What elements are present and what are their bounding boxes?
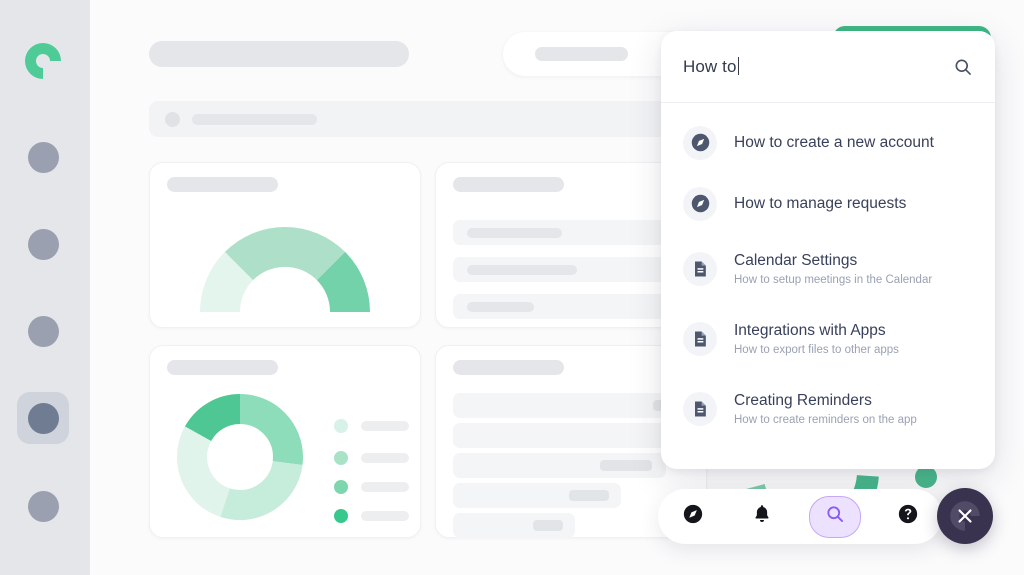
page-title-placeholder xyxy=(149,41,409,67)
legend-label-placeholder xyxy=(361,511,409,521)
compass-icon xyxy=(683,126,717,160)
breadcrumb-label-placeholder xyxy=(192,114,317,125)
search-result-subtitle: How to export files to other apps xyxy=(734,343,899,357)
sidebar-item-5[interactable] xyxy=(17,480,69,532)
legend-item xyxy=(334,419,409,433)
card-title-placeholder xyxy=(453,360,564,375)
legend-label-placeholder xyxy=(361,421,409,431)
nav-circle-icon xyxy=(28,142,59,173)
document-icon xyxy=(683,252,717,286)
sidebar-item-1[interactable] xyxy=(17,131,69,183)
toolbar-button-notifications[interactable] xyxy=(740,497,784,537)
list-item-placeholder xyxy=(467,302,534,312)
bar-row xyxy=(453,513,575,538)
bell-icon xyxy=(751,503,773,530)
search-icon xyxy=(825,504,845,529)
nav-circle-icon xyxy=(28,316,59,347)
search-result-title: Integrations with Apps xyxy=(734,321,899,340)
search-result-title: How to manage requests xyxy=(734,194,906,213)
sidebar xyxy=(0,0,90,575)
legend-label-placeholder xyxy=(361,453,409,463)
compass-icon xyxy=(683,187,717,221)
toolbar-button-explore[interactable] xyxy=(671,497,715,537)
search-result-text: Calendar Settings How to setup meetings … xyxy=(734,251,932,288)
breadcrumb-icon xyxy=(165,112,180,127)
search-query-text[interactable]: How to xyxy=(683,57,953,77)
brand-c-logo-icon xyxy=(21,39,65,83)
search-result-text: Creating Reminders How to create reminde… xyxy=(734,391,917,428)
card-title-placeholder xyxy=(167,360,278,375)
search-icon[interactable] xyxy=(953,57,973,77)
list-item[interactable] xyxy=(453,257,691,282)
nav-circle-icon xyxy=(28,229,59,260)
card-title-placeholder xyxy=(167,177,278,192)
close-button[interactable] xyxy=(937,488,993,544)
bar-value-placeholder xyxy=(569,490,609,501)
search-result-item[interactable]: Integrations with Apps How to export fil… xyxy=(661,304,995,374)
bar-row xyxy=(453,483,621,508)
legend-swatch xyxy=(334,419,348,433)
search-result-title: How to create a new account xyxy=(734,133,934,152)
toolbar-button-help[interactable] xyxy=(886,497,930,537)
search-result-item[interactable]: Calendar Settings How to setup meetings … xyxy=(661,234,995,304)
card-title-placeholder xyxy=(453,177,564,192)
legend-item xyxy=(334,509,409,523)
close-icon xyxy=(954,505,976,527)
bottom-toolbar xyxy=(658,489,942,544)
nav-circle-icon xyxy=(28,491,59,522)
document-icon xyxy=(683,322,717,356)
search-result-item[interactable]: How to manage requests xyxy=(661,173,995,234)
search-result-item[interactable]: Creating Reminders How to create reminde… xyxy=(661,374,995,444)
search-result-text: Integrations with Apps How to export fil… xyxy=(734,321,899,358)
bar-row xyxy=(453,423,691,448)
legend-swatch xyxy=(334,451,348,465)
toolbar-button-search[interactable] xyxy=(809,496,861,538)
compass-icon xyxy=(682,503,704,530)
bar-value-placeholder xyxy=(600,460,652,471)
legend-swatch xyxy=(334,480,348,494)
legend-label-placeholder xyxy=(361,482,409,492)
legend-swatch xyxy=(334,509,348,523)
legend-item xyxy=(334,451,409,465)
bar-value-placeholder xyxy=(533,520,563,531)
list-item[interactable] xyxy=(453,220,691,245)
document-icon xyxy=(683,392,717,426)
text-caret xyxy=(738,57,739,75)
search-result-subtitle: How to setup meetings in the Calendar xyxy=(734,273,932,287)
list-item-placeholder xyxy=(467,265,577,275)
search-result-text: How to create a new account xyxy=(734,133,934,152)
gauge-chart xyxy=(186,213,384,320)
donut-chart xyxy=(177,394,303,525)
list-item[interactable] xyxy=(453,294,691,319)
search-result-title: Creating Reminders xyxy=(734,391,917,410)
app-root: How to How to create a new account xyxy=(0,0,1024,575)
nav-circle-icon xyxy=(28,403,59,434)
card-gauge[interactable] xyxy=(149,162,421,328)
card-donut[interactable] xyxy=(149,345,421,538)
sidebar-item-4-selected[interactable] xyxy=(17,392,69,444)
help-icon xyxy=(897,503,919,530)
search-result-title: Calendar Settings xyxy=(734,251,932,270)
sidebar-item-3[interactable] xyxy=(17,305,69,357)
search-panel-input-row[interactable]: How to xyxy=(661,31,995,103)
search-query-value: How to xyxy=(683,57,737,76)
list-item-placeholder xyxy=(467,228,562,238)
breadcrumb xyxy=(149,101,709,137)
bar-row xyxy=(453,453,666,478)
bar-row xyxy=(453,393,691,418)
search-result-subtitle: How to create reminders on the app xyxy=(734,413,917,427)
legend-item xyxy=(334,480,409,494)
search-results-panel: How to How to create a new account xyxy=(661,31,995,469)
search-result-item[interactable]: How to create a new account xyxy=(661,112,995,173)
search-result-text: How to manage requests xyxy=(734,194,906,213)
sidebar-item-2[interactable] xyxy=(17,218,69,270)
search-input-placeholder xyxy=(535,47,628,61)
